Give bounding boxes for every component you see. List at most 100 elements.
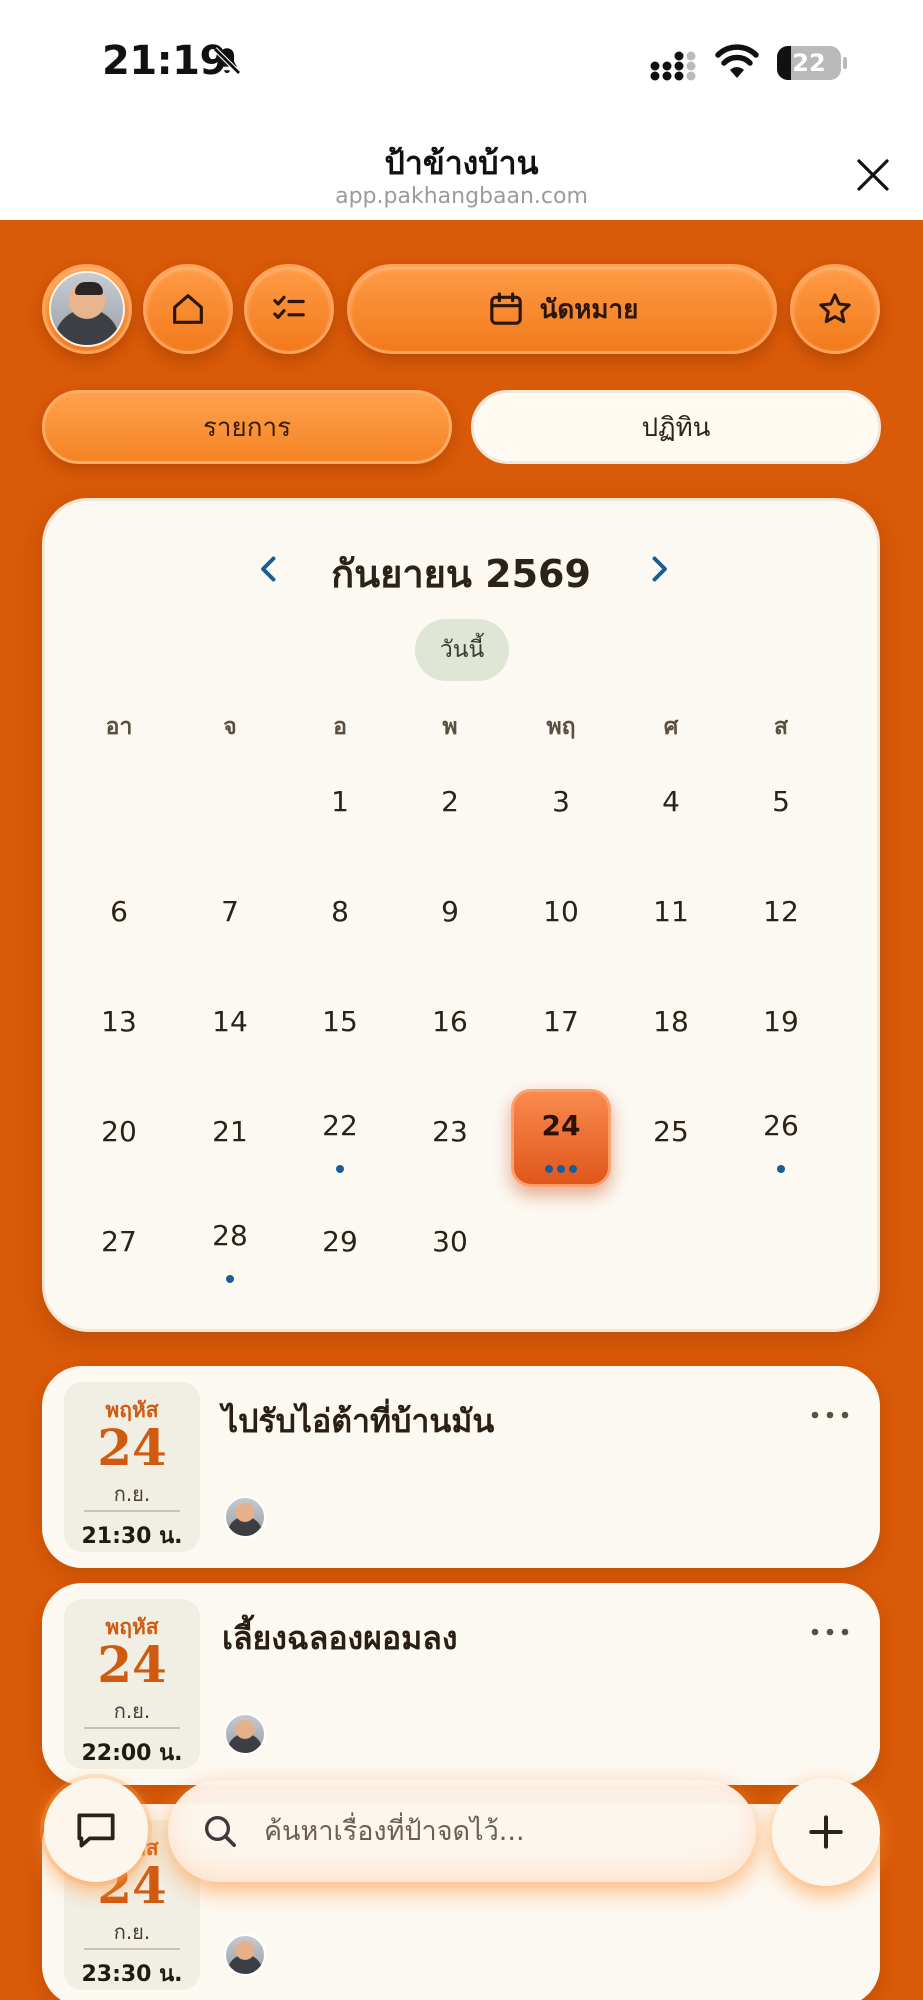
calendar-day[interactable]: 17 — [506, 979, 616, 1079]
calendar-day[interactable]: 22 — [285, 1089, 395, 1189]
calendar-day-number: 19 — [763, 1005, 799, 1038]
calendar-day[interactable]: 14 — [175, 979, 285, 1079]
tasks-button[interactable] — [244, 264, 334, 354]
calendar-day[interactable]: 12 — [726, 869, 836, 969]
weekday-label: อ — [333, 714, 347, 740]
calendar-day-number: 9 — [441, 895, 459, 928]
weekday-label: ส — [773, 714, 789, 740]
calendar-day[interactable]: 18 — [616, 979, 726, 1079]
calendar-day[interactable]: 3 — [506, 759, 616, 859]
calendar-day-number: 26 — [763, 1109, 799, 1142]
calendar-day[interactable]: 8 — [285, 869, 395, 969]
calendar-day-number: 10 — [543, 895, 579, 928]
calendar-day-number: 29 — [322, 1225, 358, 1258]
calendar-day-number: 8 — [331, 895, 349, 928]
close-icon[interactable] — [853, 155, 893, 195]
event-dot — [557, 1165, 565, 1173]
event-dot — [545, 1165, 553, 1173]
calendar-day[interactable]: 16 — [395, 979, 505, 1079]
cellular-signal-icon — [650, 51, 696, 81]
avatar — [224, 1713, 266, 1755]
avatar — [224, 1934, 266, 1976]
calendar-day[interactable]: 23 — [395, 1089, 505, 1189]
page-url: app.pakhangbaan.com — [335, 184, 588, 209]
status-time: 21:19 — [102, 38, 227, 84]
event-date-tile: พฤหัส 24 ก.ย. 21:30 น. — [64, 1382, 200, 1552]
calendar-day[interactable]: 9 — [395, 869, 505, 969]
more-dots-icon[interactable] — [810, 1410, 850, 1420]
calendar-day-number: 7 — [221, 895, 239, 928]
plus-icon — [809, 1815, 843, 1849]
event-dot — [777, 1165, 785, 1173]
add-button[interactable] — [772, 1778, 880, 1886]
event-time: 21:30 น. — [81, 1524, 183, 1549]
favorites-button[interactable] — [790, 264, 880, 354]
chevron-right-icon[interactable] — [641, 551, 677, 587]
weekday-label: ศ — [663, 714, 679, 740]
calendar-day-number: 4 — [662, 785, 680, 818]
event-month: ก.ย. — [113, 1920, 151, 1944]
calendar-day-number: 20 — [101, 1115, 137, 1148]
calendar-day-number: 30 — [432, 1225, 468, 1258]
calendar-day-number: 2 — [441, 785, 459, 818]
calendar-card: กันยายน 2569 วันนี้ อาจอพพฤศส 1234567891… — [42, 498, 880, 1332]
calendar-day[interactable]: 4 — [616, 759, 726, 859]
battery-indicator: 22 — [777, 46, 847, 80]
calendar-day[interactable]: 20 — [64, 1089, 174, 1189]
more-dots-icon[interactable] — [810, 1627, 850, 1637]
calendar-day[interactable]: 25 — [616, 1089, 726, 1189]
weekday-label: พฤ — [546, 714, 576, 740]
calendar-day[interactable]: 15 — [285, 979, 395, 1079]
chat-icon — [77, 1813, 115, 1848]
event-title: ไปรับไอ่ต้าที่บ้านมัน — [222, 1402, 495, 1440]
event-card[interactable]: พฤหัส 24 ก.ย. 21:30 น. ไปรับไอ่ต้าที่บ้านมัน — [42, 1366, 880, 1568]
event-dot — [569, 1165, 577, 1173]
calendar-day[interactable]: 13 — [64, 979, 174, 1079]
checklist-icon — [273, 295, 305, 319]
calendar-day[interactable]: 28 — [175, 1199, 285, 1299]
battery-percent: 22 — [792, 49, 826, 77]
calendar-day-selected[interactable]: 24 — [506, 1089, 616, 1189]
event-title: เลี้ยงฉลองผอมลง — [222, 1619, 458, 1657]
tab-calendar[interactable]: ปฏิทิน — [471, 390, 881, 464]
avatar — [49, 271, 125, 347]
event-month: ก.ย. — [113, 1699, 151, 1723]
wifi-icon — [715, 44, 759, 78]
bell-off-icon — [213, 47, 241, 75]
home-icon — [173, 294, 203, 324]
today-button[interactable]: วันนี้ — [415, 619, 509, 681]
calendar-day[interactable]: 19 — [726, 979, 836, 1079]
calendar-day[interactable]: 27 — [64, 1199, 174, 1299]
event-dot — [226, 1275, 234, 1283]
calendar-icon — [489, 292, 522, 325]
search-bar — [168, 1780, 756, 1882]
calendar-day-number: 11 — [653, 895, 689, 928]
event-time: 22:00 น. — [81, 1741, 183, 1766]
tab-list[interactable]: รายการ — [42, 390, 452, 464]
profile-button[interactable] — [42, 264, 132, 354]
calendar-day[interactable]: 30 — [395, 1199, 505, 1299]
event-card[interactable]: พฤหัส 24 ก.ย. 22:00 น. เลี้ยงฉลองผอมลง — [42, 1583, 880, 1785]
chat-button[interactable] — [44, 1778, 148, 1882]
calendar-day[interactable]: 11 — [616, 869, 726, 969]
calendar-day[interactable]: 7 — [175, 869, 285, 969]
event-day: 24 — [97, 1635, 167, 1694]
calendar-day[interactable]: 2 — [395, 759, 505, 859]
appointments-button[interactable]: นัดหมาย — [347, 264, 777, 354]
date-divider — [84, 1510, 180, 1512]
month-title: กันยายน 2569 — [331, 552, 591, 596]
calendar-day-number: 24 — [541, 1109, 581, 1142]
calendar-day[interactable]: 29 — [285, 1199, 395, 1299]
calendar-day[interactable]: 5 — [726, 759, 836, 859]
calendar-day[interactable]: 21 — [175, 1089, 285, 1189]
event-dots — [506, 1165, 616, 1173]
calendar-day[interactable]: 10 — [506, 869, 616, 969]
calendar-day[interactable]: 6 — [64, 869, 174, 969]
calendar-day-number: 25 — [653, 1115, 689, 1148]
calendar-day[interactable]: 1 — [285, 759, 395, 859]
calendar-day-number: 22 — [322, 1109, 358, 1142]
page-title: ป้าข้างบ้าน — [384, 144, 539, 182]
home-button[interactable] — [143, 264, 233, 354]
search-input[interactable] — [264, 1806, 734, 1856]
calendar-day[interactable]: 26 — [726, 1089, 836, 1189]
